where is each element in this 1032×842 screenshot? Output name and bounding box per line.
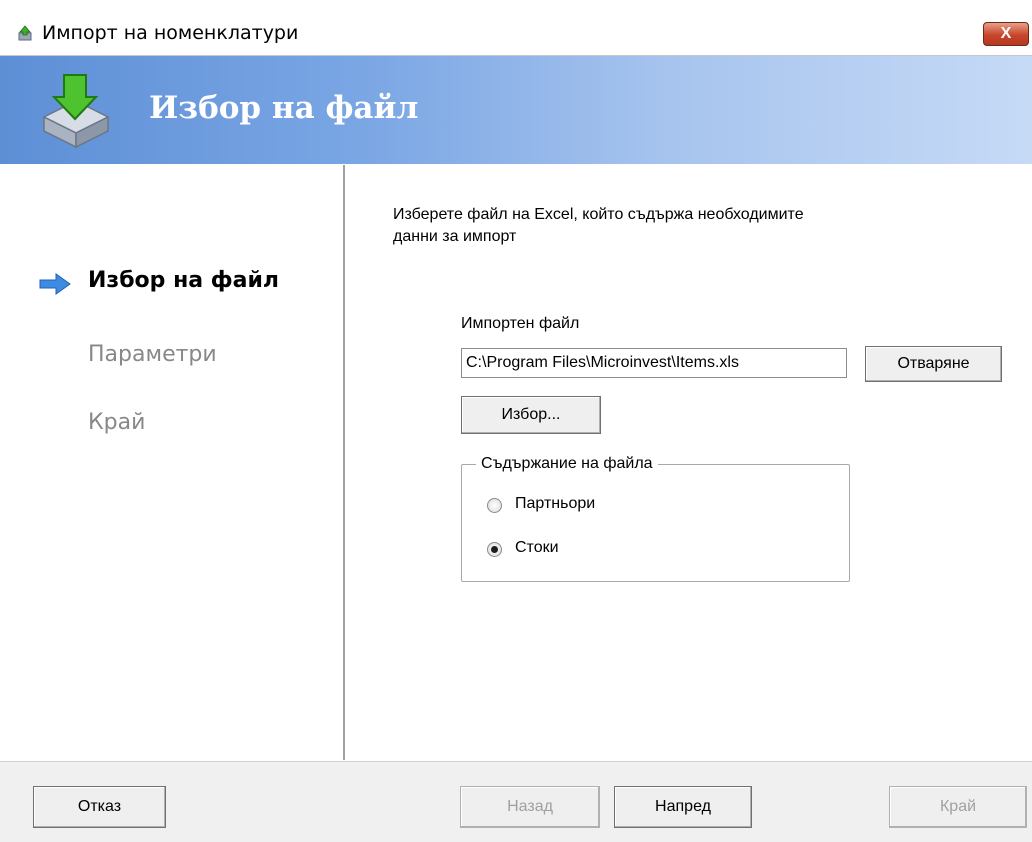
open-button[interactable]: Отваряне — [865, 346, 1002, 382]
download-tray-icon — [42, 74, 110, 149]
browse-button[interactable]: Избор... — [461, 396, 601, 434]
next-button[interactable]: Напред — [614, 786, 752, 828]
instruction-text: Изберете файл на Excel, който съдържа не… — [393, 206, 804, 245]
file-label: Импортен файл — [461, 315, 580, 332]
close-icon: X — [1000, 25, 1012, 42]
steps-panel: Избор на файл Параметри Край — [0, 165, 345, 760]
radio-partners[interactable] — [487, 498, 502, 513]
file-path-input[interactable] — [461, 348, 847, 378]
close-button[interactable]: X — [983, 22, 1029, 46]
window-title: Импорт на номенклатури — [42, 22, 299, 44]
file-content-group-label: Съдържание на файла — [476, 455, 658, 473]
step-select-file: Избор на файл — [88, 268, 279, 293]
file-content-group — [461, 464, 850, 582]
radio-goods[interactable] — [487, 542, 502, 557]
app-icon — [18, 25, 32, 41]
banner-title: Избор на файл — [149, 90, 419, 126]
current-step-arrow-icon — [39, 273, 71, 295]
import-dialog: Импорт на номенклатури X Избор на файл И… — [0, 0, 1032, 842]
finish-button[interactable]: Край — [889, 786, 1027, 828]
header-banner: Избор на файл — [0, 56, 1032, 164]
radio-partners-label[interactable]: Партньори — [515, 495, 595, 513]
radio-selected-dot — [491, 546, 498, 553]
back-button[interactable]: Назад — [460, 786, 600, 828]
radio-goods-label[interactable]: Стоки — [515, 539, 559, 557]
step-parameters: Параметри — [88, 342, 217, 367]
cancel-button[interactable]: Отказ — [33, 786, 166, 828]
step-finish: Край — [88, 410, 146, 435]
title-bar: Импорт на номенклатури X — [0, 0, 1032, 56]
